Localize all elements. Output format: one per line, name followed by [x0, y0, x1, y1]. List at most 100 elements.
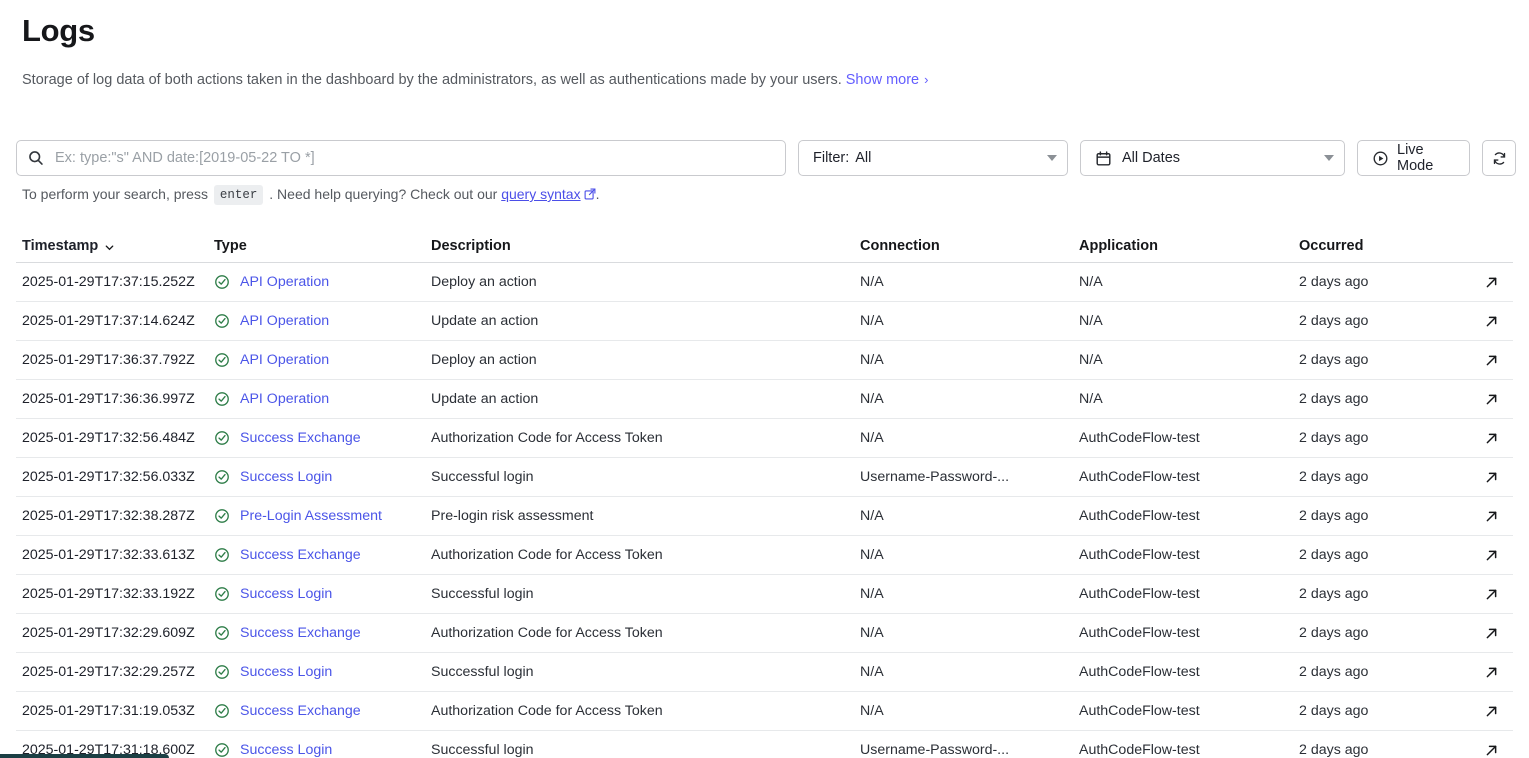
filter-label: Filter: — [813, 150, 849, 166]
arrow-up-right-icon[interactable] — [1484, 743, 1499, 758]
hint-suffix: . — [596, 186, 600, 202]
filter-select[interactable]: Filter: All — [798, 140, 1068, 176]
check-circle-icon — [214, 625, 230, 641]
cell-application: AuthCodeFlow-test — [1079, 703, 1299, 719]
table-row[interactable]: 2025-01-29T17:32:56.484ZSuccess Exchange… — [16, 419, 1513, 458]
arrow-up-right-icon[interactable] — [1484, 665, 1499, 680]
cell-description: Pre-login risk assessment — [431, 508, 860, 524]
cell-occurred: 2 days ago — [1299, 508, 1459, 524]
log-type-link[interactable]: Success Login — [240, 469, 332, 485]
table-row[interactable]: 2025-01-29T17:32:29.609ZSuccess Exchange… — [16, 614, 1513, 653]
log-type-link[interactable]: API Operation — [240, 391, 329, 407]
cell-description: Update an action — [431, 313, 860, 329]
cell-timestamp: 2025-01-29T17:32:56.033Z — [16, 469, 214, 485]
calendar-icon — [1095, 150, 1112, 167]
cell-type: Success Login — [214, 664, 431, 680]
refresh-button[interactable] — [1482, 140, 1516, 176]
table-row[interactable]: 2025-01-29T17:32:33.192ZSuccess LoginSuc… — [16, 575, 1513, 614]
arrow-up-right-icon[interactable] — [1484, 431, 1499, 446]
arrow-up-right-icon[interactable] — [1484, 704, 1499, 719]
log-type-link[interactable]: API Operation — [240, 313, 329, 329]
show-more-link[interactable]: Show more — [846, 72, 919, 88]
arrow-up-right-icon[interactable] — [1484, 509, 1499, 524]
log-type-link[interactable]: Pre-Login Assessment — [240, 508, 382, 524]
cell-connection: N/A — [860, 274, 1079, 290]
cell-actions — [1459, 743, 1513, 758]
cell-type: Pre-Login Assessment — [214, 508, 431, 524]
column-header-timestamp[interactable]: Timestamp — [16, 238, 214, 254]
query-syntax-link[interactable]: query syntax — [501, 186, 580, 202]
page-description-text: Storage of log data of both actions take… — [22, 72, 842, 88]
log-type-link[interactable]: Success Login — [240, 586, 332, 602]
arrow-up-right-icon[interactable] — [1484, 470, 1499, 485]
table-row[interactable]: 2025-01-29T17:36:36.997ZAPI OperationUpd… — [16, 380, 1513, 419]
date-range-value: All Dates — [1122, 150, 1180, 166]
log-type-link[interactable]: API Operation — [240, 352, 329, 368]
table-row[interactable]: 2025-01-29T17:32:38.287Z Pre-Login Assess… — [16, 497, 1513, 536]
cell-connection: N/A — [860, 586, 1079, 602]
cell-connection: Username-Password-... — [860, 469, 1079, 485]
table-row[interactable]: 2025-01-29T17:37:14.624ZAPI OperationUpd… — [16, 302, 1513, 341]
table-row[interactable]: 2025-01-29T17:32:33.613Z Success Exchange… — [16, 536, 1513, 575]
column-header-application: Application — [1079, 238, 1299, 254]
cell-type: API Operation — [214, 352, 431, 368]
arrow-up-right-icon[interactable] — [1484, 587, 1499, 602]
cell-description: Authorization Code for Access Token — [431, 430, 860, 446]
date-range-select[interactable]: All Dates — [1080, 140, 1345, 176]
log-type-link[interactable]: Success Login — [240, 742, 332, 758]
check-circle-icon — [214, 742, 230, 758]
cell-description: Deploy an action — [431, 352, 860, 368]
log-type-link[interactable]: API Operation — [240, 274, 329, 290]
arrow-up-right-icon[interactable] — [1484, 314, 1499, 329]
log-type-link[interactable]: Success Exchange — [240, 625, 361, 641]
cell-application: N/A — [1079, 352, 1299, 368]
cell-occurred: 2 days ago — [1299, 703, 1459, 719]
live-mode-button[interactable]: Live Mode — [1357, 140, 1470, 176]
cell-application: AuthCodeFlow-test — [1079, 430, 1299, 446]
cell-application: AuthCodeFlow-test — [1079, 664, 1299, 680]
column-header-connection: Connection — [860, 238, 1079, 254]
check-circle-icon — [214, 352, 230, 368]
cell-occurred: 2 days ago — [1299, 742, 1459, 758]
cell-occurred: 2 days ago — [1299, 313, 1459, 329]
search-box[interactable] — [16, 140, 786, 176]
live-mode-label: Live Mode — [1397, 142, 1455, 174]
search-icon — [27, 149, 45, 167]
check-circle-icon — [214, 469, 230, 485]
arrow-up-right-icon[interactable] — [1484, 353, 1499, 368]
browser-status-bar — [0, 754, 169, 758]
cell-description: Successful login — [431, 742, 860, 758]
arrow-up-right-icon[interactable] — [1484, 392, 1499, 407]
cell-description: Authorization Code for Access Token — [431, 547, 860, 563]
chevron-down-icon — [1324, 155, 1334, 161]
log-type-link[interactable]: Success Exchange — [240, 430, 361, 446]
table-row[interactable]: 2025-01-29T17:37:15.252ZAPI OperationDep… — [16, 263, 1513, 302]
table-header-row: Timestamp Type Description Connection Ap… — [16, 230, 1513, 263]
arrow-up-right-icon[interactable] — [1484, 275, 1499, 290]
table-row[interactable]: 2025-01-29T17:31:18.600ZSuccess LoginSuc… — [16, 731, 1513, 758]
cell-actions — [1459, 626, 1513, 641]
check-circle-icon — [214, 313, 230, 329]
cell-actions — [1459, 665, 1513, 680]
cell-type: Success Exchange — [214, 703, 431, 719]
arrow-up-right-icon[interactable] — [1484, 626, 1499, 641]
log-type-link[interactable]: Success Exchange — [240, 547, 361, 563]
search-input[interactable] — [53, 149, 775, 167]
cell-occurred: 2 days ago — [1299, 469, 1459, 485]
table-row[interactable]: 2025-01-29T17:36:37.792ZAPI OperationDep… — [16, 341, 1513, 380]
cell-timestamp: 2025-01-29T17:32:38.287Z — [16, 508, 214, 524]
cell-connection: N/A — [860, 352, 1079, 368]
cell-type: Success Login — [214, 586, 431, 602]
cell-timestamp: 2025-01-29T17:32:33.613Z — [16, 547, 214, 563]
table-row[interactable]: 2025-01-29T17:32:29.257ZSuccess LoginSuc… — [16, 653, 1513, 692]
cell-connection: N/A — [860, 625, 1079, 641]
cell-occurred: 2 days ago — [1299, 352, 1459, 368]
log-type-link[interactable]: Success Login — [240, 664, 332, 680]
log-type-link[interactable]: Success Exchange — [240, 703, 361, 719]
check-circle-icon — [214, 703, 230, 719]
arrow-up-right-icon[interactable] — [1484, 548, 1499, 563]
table-row[interactable]: 2025-01-29T17:32:56.033ZSuccess LoginSuc… — [16, 458, 1513, 497]
table-row[interactable]: 2025-01-29T17:31:19.053ZSuccess Exchange… — [16, 692, 1513, 731]
check-circle-icon — [214, 508, 230, 524]
check-circle-icon — [214, 391, 230, 407]
